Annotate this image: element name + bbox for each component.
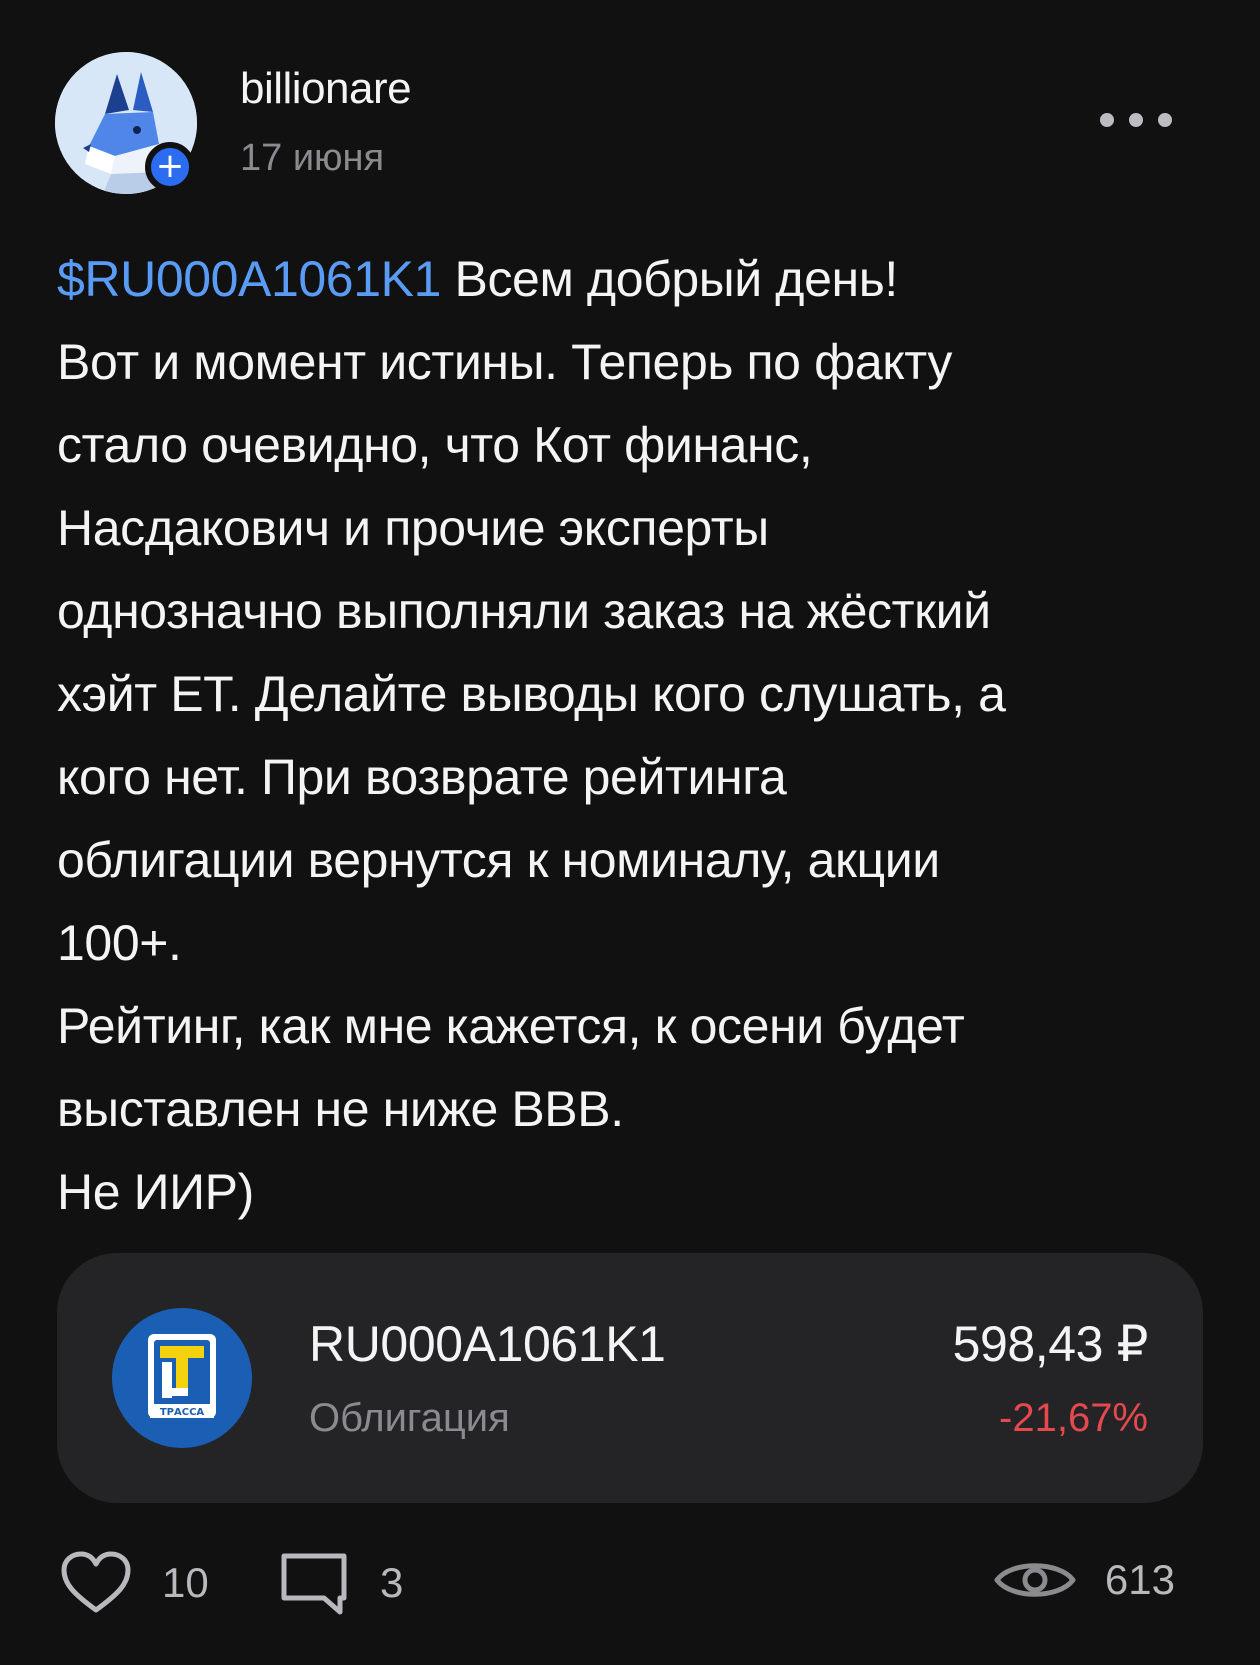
post-text-line: облигации вернутся к номиналу, акции (57, 832, 940, 888)
ticker-tag-link[interactable]: $RU000A1061K1 (57, 251, 441, 307)
post-text: $RU000A1061K1 Всем добрый день! Вот и мо… (57, 238, 1207, 1234)
post-text-line: хэйт ЕТ. Делайте выводы кого слушать, а (57, 666, 1006, 722)
heart-icon (61, 1551, 131, 1613)
post-text-line: стало очевидно, что Кот финанс, (57, 417, 813, 473)
view-count: 613 (1104, 1556, 1175, 1603)
author-avatar[interactable]: + (55, 52, 197, 194)
post-text-line: Не ИИР) (57, 1164, 254, 1220)
author-name[interactable]: billionare (240, 64, 412, 114)
post-text-line-content: Всем добрый день! (441, 251, 898, 307)
comment-count: 3 (380, 1559, 404, 1606)
instrument-ticker: RU000A1061K1 (309, 1316, 666, 1372)
more-dots-icon[interactable] (1100, 108, 1172, 132)
dot (1100, 113, 1114, 127)
dot (1129, 113, 1143, 127)
comment-button[interactable]: 3 (278, 1550, 403, 1616)
like-count: 10 (162, 1559, 209, 1606)
like-button[interactable]: 10 (60, 1550, 209, 1616)
instrument-price: 598,43 ₽ (952, 1316, 1149, 1372)
post-text-line: 100+. (57, 915, 182, 971)
dot (1158, 113, 1172, 127)
post-text-line: однозначно выполняли заказ на жёсткий (57, 583, 991, 639)
post-card: + billionare 17 июня $RU000A1061K1 Всем … (0, 0, 1260, 1665)
plus-icon[interactable]: + (145, 142, 195, 192)
post-text-line: Насдакович и прочие эксперты (57, 500, 769, 556)
post-text-line: кого нет. При возврате рейтинга (57, 749, 787, 805)
eye-icon (994, 1563, 1076, 1597)
instrument-change: -21,67% (999, 1396, 1148, 1440)
post-text-line: $RU000A1061K1 Всем добрый день! (57, 238, 1207, 321)
post-date: 17 июня (240, 137, 385, 179)
post-text-line: выставлен не ниже ВВВ. (57, 1081, 624, 1137)
post-text-line: Вот и момент истины. Теперь по факту (57, 334, 952, 390)
instrument-type: Облигация (309, 1396, 510, 1440)
logo-text: ТРАССА (160, 1407, 205, 1418)
instrument-card[interactable]: ТРАССА RU000A1061K1 Облигация 598,43 ₽ -… (57, 1253, 1203, 1503)
trassa-logo-icon: ТРАССА (112, 1308, 252, 1448)
views-counter: 613 (993, 1555, 1175, 1605)
comment-icon (281, 1553, 347, 1615)
post-text-line: Рейтинг, как мне кажется, к осени будет (57, 998, 965, 1054)
